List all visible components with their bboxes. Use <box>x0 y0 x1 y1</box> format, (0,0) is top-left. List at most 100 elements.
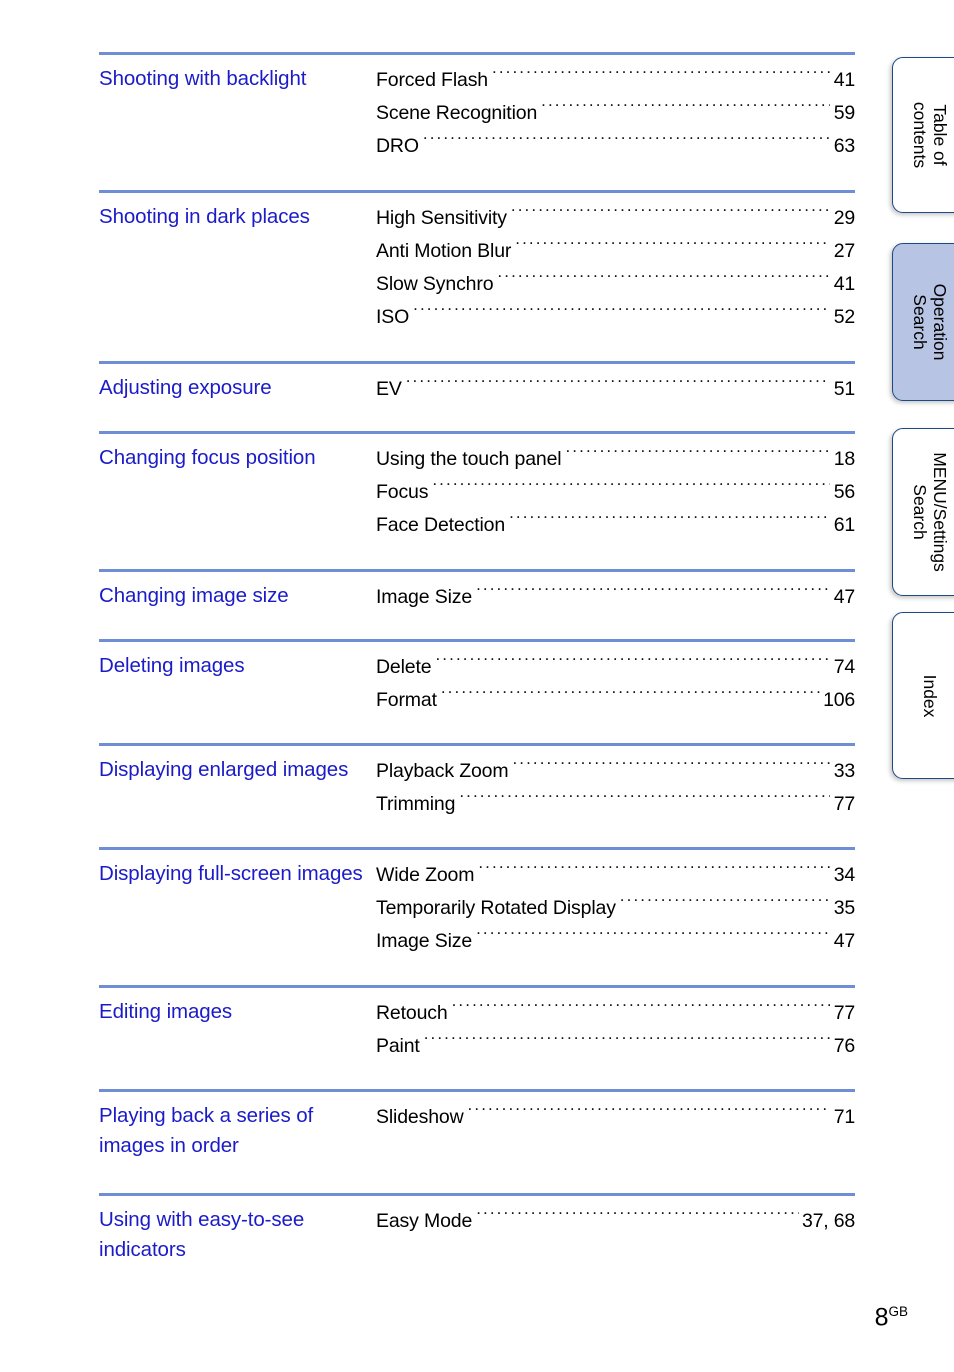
toc-section-title[interactable]: Deleting images <box>99 651 376 681</box>
toc-entry[interactable]: Image Size 47 <box>376 925 855 958</box>
page-number: 8GB <box>875 1304 908 1330</box>
toc-entry[interactable]: Slow Synchro 41 <box>376 268 855 301</box>
toc-entry-page-number: 59 <box>833 102 855 124</box>
side-tab-label-line1: Table of <box>930 104 950 166</box>
toc-entry-list: Using the touch panel 18 Focus 56 Face Detec… <box>376 443 855 542</box>
toc-entry-label: Image Size <box>376 930 473 952</box>
toc-entry-page-number: 47 <box>833 930 855 952</box>
toc-entry[interactable]: Format 106 <box>376 684 855 717</box>
toc-entry-page-number: 76 <box>833 1035 855 1057</box>
side-tab-index[interactable]: Index <box>892 612 954 779</box>
toc-entry[interactable]: Easy Mode 37, 68 <box>376 1205 855 1238</box>
side-tab-label-line1: MENU/Settings <box>930 452 950 572</box>
toc-entry-label: Focus <box>376 481 429 503</box>
toc-entry[interactable]: Face Detection 61 <box>376 509 855 542</box>
toc-entry-page-number: 56 <box>833 481 855 503</box>
toc-entry[interactable]: Anti Motion Blur 27 <box>376 235 855 268</box>
toc-entry-list: Wide Zoom 34 Temporarily Rotated Display 35… <box>376 859 855 958</box>
toc-entry[interactable]: Paint 76 <box>376 1030 855 1063</box>
toc-leader-dots <box>406 376 830 396</box>
toc-entry-label: ISO <box>376 306 410 328</box>
toc-entry-label: Paint <box>376 1035 420 1057</box>
toc-entry-label: EV <box>376 378 402 400</box>
toc-section-title[interactable]: Adjusting exposure <box>99 373 376 403</box>
toc-section-title[interactable]: Displaying enlarged images <box>99 755 376 785</box>
toc-section-title[interactable]: Editing images <box>99 997 376 1027</box>
toc-entry[interactable]: Delete 74 <box>376 651 855 684</box>
toc-leader-dots <box>432 479 830 499</box>
toc-section-title[interactable]: Changing focus position <box>99 443 376 473</box>
toc-section: Using with easy-to-see indicators Easy Mo… <box>99 1193 855 1297</box>
toc-section-title[interactable]: Using with easy-to-see indicators <box>99 1205 376 1265</box>
toc-entry-label: Face Detection <box>376 514 506 536</box>
toc-section-title[interactable]: Playing back a series of images in order <box>99 1101 376 1161</box>
toc-leader-dots <box>512 758 830 778</box>
toc-section-title[interactable]: Shooting in dark places <box>99 202 376 232</box>
toc-section-title[interactable]: Displaying full-screen images <box>99 859 376 889</box>
toc-section: Editing imagesRetouch 77 Paint 76 <box>99 985 855 1089</box>
toc-entry-page-number: 61 <box>833 514 855 536</box>
toc-leader-dots <box>478 862 830 882</box>
toc-entry[interactable]: Image Size 47 <box>376 581 855 614</box>
toc-leader-dots <box>620 895 830 915</box>
toc-leader-dots <box>541 100 830 120</box>
toc-entry-page-number: 27 <box>833 240 855 262</box>
side-tab-label-line2: Search <box>910 484 930 540</box>
toc-entry[interactable]: Trimming 77 <box>376 788 855 821</box>
toc-section-title[interactable]: Changing image size <box>99 581 376 611</box>
side-tab-table-of-contents[interactable]: Table of contents <box>892 57 954 213</box>
toc-entry-page-number: 34 <box>833 864 855 886</box>
toc-entry-page-number: 35 <box>833 897 855 919</box>
toc-entry-page-number: 77 <box>833 793 855 815</box>
toc-entry[interactable]: Playback Zoom 33 <box>376 755 855 788</box>
toc-entry-label: High Sensitivity <box>376 207 507 229</box>
side-tab-label: Index <box>920 674 940 717</box>
toc-entry-page-number: 51 <box>833 378 855 400</box>
toc-entry-label: Retouch <box>376 1002 448 1024</box>
side-tab-label: Operation Search <box>910 284 950 361</box>
toc-leader-dots <box>497 271 830 291</box>
toc-section-title[interactable]: Shooting with backlight <box>99 64 376 94</box>
side-tab-menu-settings-search[interactable]: MENU/Settings Search <box>892 428 954 596</box>
toc-entry-page-number: 37, 68 <box>801 1210 855 1232</box>
toc-section: Displaying full-screen imagesWide Zoom 34… <box>99 847 855 985</box>
toc-entry-label: Playback Zoom <box>376 760 509 782</box>
toc-entry[interactable]: Temporarily Rotated Display 35 <box>376 892 855 925</box>
toc-entry-page-number: 77 <box>833 1002 855 1024</box>
toc-entry[interactable]: Scene Recognition 59 <box>376 97 855 130</box>
toc-leader-dots <box>468 1104 830 1124</box>
toc-section: Deleting imagesDelete 74 Format 106 <box>99 639 855 743</box>
toc-section: Shooting in dark placesHigh Sensitivity 2… <box>99 190 855 361</box>
toc-entry[interactable]: Retouch 77 <box>376 997 855 1030</box>
toc-entry-list: Easy Mode 37, 68 <box>376 1205 855 1238</box>
toc-section: Changing image sizeImage Size 47 <box>99 569 855 639</box>
toc-entry-label: Forced Flash <box>376 69 488 91</box>
toc-entry-label: Scene Recognition <box>376 102 538 124</box>
toc-entry-list: Delete 74 Format 106 <box>376 651 855 717</box>
toc-leader-dots <box>435 654 830 674</box>
toc-entry[interactable]: Forced Flash 41 <box>376 64 855 97</box>
toc-leader-dots <box>476 928 830 948</box>
toc-entry-label: Easy Mode <box>376 1210 473 1232</box>
toc-entry-page-number: 47 <box>833 586 855 608</box>
toc-entry[interactable]: Slideshow 71 <box>376 1101 855 1134</box>
toc-leader-dots <box>476 1208 799 1228</box>
toc-entry[interactable]: DRO 63 <box>376 130 855 163</box>
toc-entry[interactable]: EV 51 <box>376 373 855 406</box>
side-tab-operation-search[interactable]: Operation Search <box>892 243 954 401</box>
toc-entry[interactable]: Wide Zoom 34 <box>376 859 855 892</box>
toc-leader-dots <box>492 67 830 87</box>
side-tab-navigation: Table of contents Operation Search MENU/Sett… <box>882 0 954 1372</box>
toc-entry[interactable]: ISO 52 <box>376 301 855 334</box>
toc-leader-dots <box>565 446 830 466</box>
toc-entry-page-number: 18 <box>833 448 855 470</box>
toc-entry[interactable]: Focus 56 <box>376 476 855 509</box>
toc-section: Shooting with backlightForced Flash 41 Sce… <box>99 52 855 190</box>
toc-leader-dots <box>424 1033 830 1053</box>
toc-leader-dots <box>459 791 830 811</box>
toc-entry-page-number: 52 <box>833 306 855 328</box>
toc-entry-label: Using the touch panel <box>376 448 562 470</box>
toc-entry[interactable]: High Sensitivity 29 <box>376 202 855 235</box>
toc-entry-label: Slow Synchro <box>376 273 494 295</box>
toc-entry[interactable]: Using the touch panel 18 <box>376 443 855 476</box>
